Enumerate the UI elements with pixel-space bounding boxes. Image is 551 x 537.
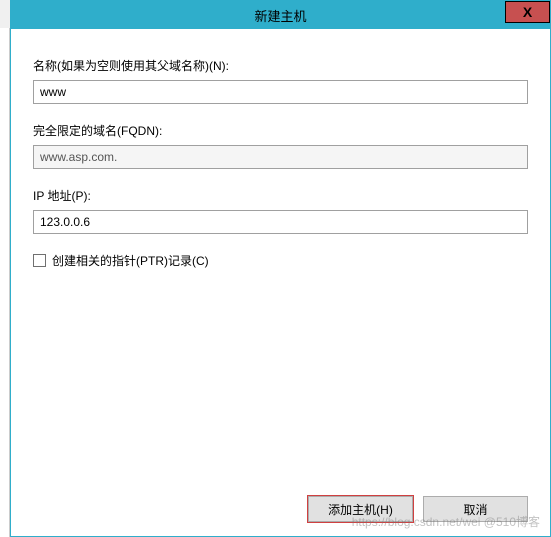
ip-field-group: IP 地址(P): bbox=[33, 187, 528, 234]
add-host-button[interactable]: 添加主机(H) bbox=[308, 496, 413, 522]
ptr-checkbox-row: 创建相关的指针(PTR)记录(C) bbox=[33, 252, 528, 269]
fqdn-input bbox=[33, 145, 528, 169]
ptr-checkbox-label: 创建相关的指针(PTR)记录(C) bbox=[52, 252, 209, 269]
close-button[interactable]: X bbox=[505, 1, 550, 23]
ip-input[interactable] bbox=[33, 210, 528, 234]
titlebar: 新建主机 X bbox=[11, 1, 550, 29]
ip-label: IP 地址(P): bbox=[33, 187, 528, 204]
close-icon: X bbox=[523, 4, 532, 20]
name-input[interactable] bbox=[33, 80, 528, 104]
ptr-checkbox[interactable] bbox=[33, 254, 46, 267]
button-row: 添加主机(H) 取消 bbox=[308, 496, 528, 522]
background-edge bbox=[0, 28, 10, 537]
name-label: 名称(如果为空则使用其父域名称)(N): bbox=[33, 57, 528, 74]
fqdn-field-group: 完全限定的域名(FQDN): bbox=[33, 122, 528, 169]
dialog-window: 新建主机 X 名称(如果为空则使用其父域名称)(N): 完全限定的域名(FQDN… bbox=[10, 0, 551, 537]
window-title: 新建主机 bbox=[254, 6, 306, 25]
cancel-button[interactable]: 取消 bbox=[423, 496, 528, 522]
dialog-content: 名称(如果为空则使用其父域名称)(N): 完全限定的域名(FQDN): IP 地… bbox=[11, 29, 550, 269]
fqdn-label: 完全限定的域名(FQDN): bbox=[33, 122, 528, 139]
name-field-group: 名称(如果为空则使用其父域名称)(N): bbox=[33, 57, 528, 104]
